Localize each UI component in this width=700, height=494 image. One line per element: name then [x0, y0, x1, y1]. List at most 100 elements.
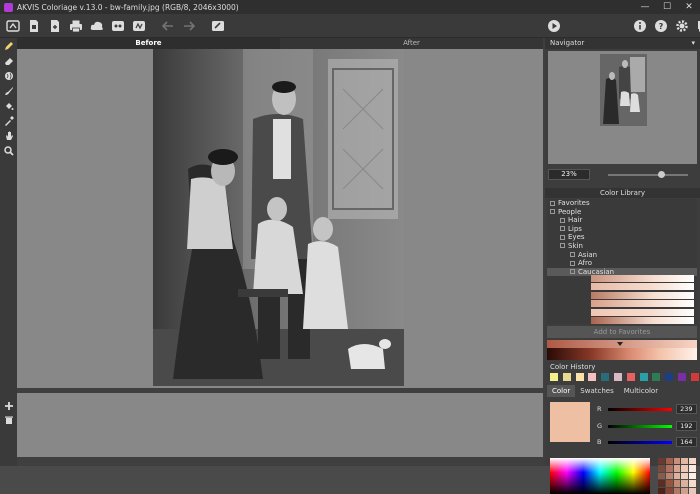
expand-icon[interactable]: [560, 226, 565, 232]
expand-icon[interactable]: [560, 243, 565, 249]
redo-icon[interactable]: [180, 17, 198, 35]
history-swatch[interactable]: [665, 373, 674, 381]
palette-cell[interactable]: [673, 458, 681, 465]
library-item-asian[interactable]: Asian: [547, 251, 697, 260]
palette-cell[interactable]: [665, 472, 673, 480]
info-icon[interactable]: [631, 17, 649, 35]
palette-cell[interactable]: [665, 480, 673, 487]
reset-icon[interactable]: [209, 17, 227, 35]
zoom-slider-handle[interactable]: [658, 170, 665, 178]
minimize-button[interactable]: —: [634, 0, 656, 14]
save-icon[interactable]: [46, 17, 64, 35]
history-swatch[interactable]: [639, 373, 648, 381]
skin-swatch-row[interactable]: [591, 308, 694, 316]
palette-cell[interactable]: [673, 487, 681, 494]
palette-cell[interactable]: [658, 458, 665, 465]
tab-swatches[interactable]: Swatches: [575, 385, 618, 397]
add-icon[interactable]: [0, 398, 17, 413]
trash-icon[interactable]: [0, 412, 17, 427]
navigator-preview[interactable]: [548, 51, 697, 164]
library-item-hair[interactable]: Hair: [547, 216, 697, 225]
color-spectrum[interactable]: [550, 458, 650, 494]
expand-icon[interactable]: [570, 252, 575, 258]
palette-cell[interactable]: [665, 465, 673, 472]
palette-cell[interactable]: [681, 472, 689, 480]
palette-cell[interactable]: [689, 458, 696, 465]
eyedropper-icon[interactable]: [0, 113, 17, 128]
pencil-icon[interactable]: [0, 38, 17, 53]
bucket-icon[interactable]: [0, 98, 17, 113]
family-photo[interactable]: [153, 49, 404, 386]
history-swatch[interactable]: [601, 373, 610, 381]
palette-cell[interactable]: [665, 458, 673, 465]
library-item-lips[interactable]: Lips: [547, 225, 697, 234]
library-item-skin[interactable]: Skin: [547, 242, 697, 251]
palette-cell[interactable]: [673, 472, 681, 480]
batch-icon[interactable]: [130, 17, 148, 35]
palette-cell[interactable]: [689, 487, 696, 494]
library-item-people[interactable]: People: [547, 208, 697, 217]
tab-color[interactable]: Color: [547, 385, 576, 397]
play-icon[interactable]: [545, 17, 563, 35]
palette-cell[interactable]: [689, 465, 696, 472]
palette-cell[interactable]: [689, 472, 696, 480]
palette-cell[interactable]: [658, 480, 665, 487]
r-value[interactable]: 239: [675, 404, 698, 414]
palette-cell[interactable]: [681, 480, 689, 487]
ai-icon[interactable]: [109, 17, 127, 35]
g-value[interactable]: 192: [675, 421, 698, 431]
new-icon[interactable]: [25, 17, 43, 35]
palette-cell[interactable]: [665, 487, 673, 494]
palette-cell[interactable]: [658, 487, 665, 494]
palette-cell[interactable]: [689, 480, 696, 487]
current-color-swatch[interactable]: [550, 402, 590, 442]
zoom-icon[interactable]: [0, 143, 17, 158]
expand-icon[interactable]: [560, 217, 565, 223]
panel-menu-icon[interactable]: ▾: [691, 39, 695, 47]
history-swatch[interactable]: [613, 373, 622, 381]
open-icon[interactable]: [4, 17, 22, 35]
share-icon[interactable]: [88, 17, 106, 35]
expand-icon[interactable]: [550, 209, 555, 215]
skin-swatch-row[interactable]: [591, 300, 694, 308]
history-swatch[interactable]: [588, 373, 597, 381]
r-slider[interactable]: [607, 407, 672, 411]
palette-cell[interactable]: [658, 472, 665, 480]
palette-cell[interactable]: [673, 465, 681, 472]
expand-icon[interactable]: [560, 234, 565, 240]
feedback-icon[interactable]: [694, 17, 700, 35]
library-item-eyes[interactable]: Eyes: [547, 233, 697, 242]
history-swatch[interactable]: [690, 373, 699, 381]
zoom-field[interactable]: 23%: [548, 169, 590, 180]
library-item-favorites[interactable]: Favorites: [547, 199, 697, 208]
history-swatch[interactable]: [562, 373, 571, 381]
globe-icon[interactable]: [0, 68, 17, 83]
add-to-favorites-button[interactable]: Add to Favorites: [547, 326, 697, 338]
expand-icon[interactable]: [550, 200, 555, 206]
zoom-slider[interactable]: [608, 170, 688, 178]
gradient-marker-icon[interactable]: [617, 342, 623, 346]
palette-cell[interactable]: [681, 458, 689, 465]
tab-multicolor[interactable]: Multicolor: [619, 385, 663, 397]
library-item-afro[interactable]: Afro: [547, 259, 697, 268]
history-swatch[interactable]: [626, 373, 635, 381]
brush-icon[interactable]: [0, 83, 17, 98]
skin-swatch-row[interactable]: [591, 283, 694, 291]
history-swatch[interactable]: [550, 373, 558, 381]
skin-swatch-row[interactable]: [591, 275, 694, 282]
skin-swatch-row[interactable]: [591, 291, 694, 299]
history-swatch[interactable]: [652, 373, 661, 381]
close-button[interactable]: ✕: [678, 0, 700, 14]
history-swatch[interactable]: [575, 373, 584, 381]
help-icon[interactable]: ?: [652, 17, 670, 35]
print-icon[interactable]: [67, 17, 85, 35]
thumbnail-strip[interactable]: [17, 393, 543, 457]
b-slider[interactable]: [607, 440, 672, 444]
tab-before[interactable]: Before: [17, 38, 280, 49]
eraser-icon[interactable]: [0, 53, 17, 68]
tab-after[interactable]: After: [280, 38, 543, 49]
skin-swatch-row[interactable]: [591, 316, 694, 324]
b-value[interactable]: 164: [675, 437, 698, 447]
g-slider[interactable]: [607, 424, 672, 428]
palette-cell[interactable]: [681, 487, 689, 494]
